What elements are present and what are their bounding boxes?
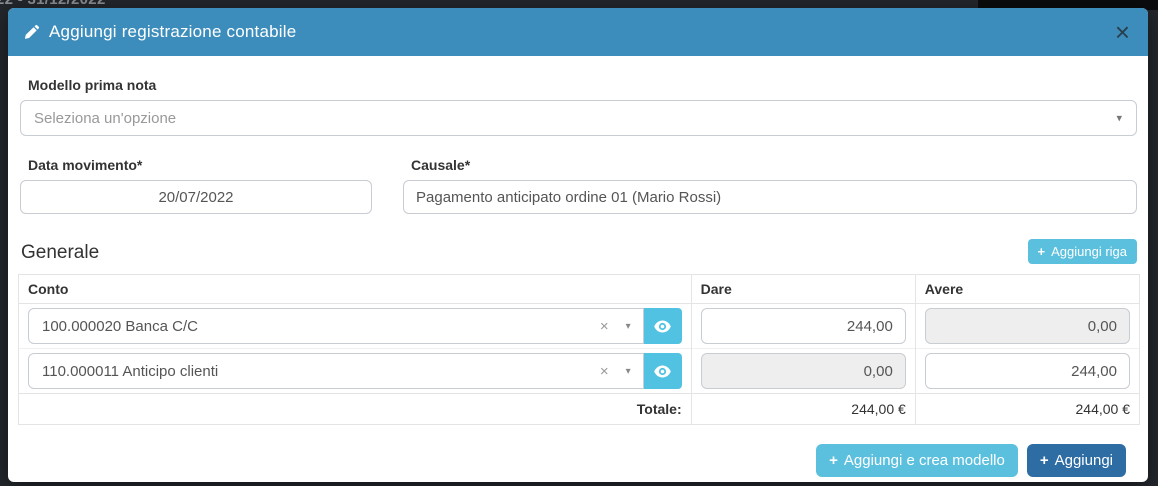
column-header-dare: Dare xyxy=(691,275,915,304)
total-row: Totale: 244,00 € 244,00 € xyxy=(19,394,1140,425)
generale-table: Conto Dare Avere 100.000020 Banca C/C × xyxy=(18,274,1140,425)
conto-select-row1[interactable]: 100.000020 Banca C/C × ▾ xyxy=(28,308,644,344)
modal-header: Aggiungi registrazione contabile × xyxy=(8,8,1148,56)
data-movimento-label: Data movimento* xyxy=(28,157,372,173)
data-movimento-input[interactable] xyxy=(20,180,372,214)
date-causale-row: Data movimento* Causale* xyxy=(20,157,1137,214)
total-dare: 244,00 € xyxy=(691,394,915,425)
modal-body: Modello prima nota Seleziona un'opzione … xyxy=(8,56,1148,477)
avere-input-row2[interactable] xyxy=(925,353,1130,389)
table-header-row: Conto Dare Avere xyxy=(19,275,1140,304)
modello-prima-nota-label: Modello prima nota xyxy=(28,77,1137,93)
column-header-conto: Conto xyxy=(19,275,692,304)
column-header-avere: Avere xyxy=(915,275,1139,304)
table-row: 100.000020 Banca C/C × ▾ xyxy=(19,304,1140,349)
total-avere: 244,00 € xyxy=(915,394,1139,425)
modello-placeholder: Seleziona un'opzione xyxy=(34,110,176,127)
generale-bar: Generale + Aggiungi riga xyxy=(20,239,1137,264)
plus-icon: + xyxy=(829,452,838,469)
conto-select-row2[interactable]: 110.000011 Anticipo clienti × ▾ xyxy=(28,353,644,389)
eye-button-row1[interactable] xyxy=(644,308,682,344)
page-background: 22 - 31/12/2022 Aggiungi registrazione c… xyxy=(0,0,1158,486)
aggiungi-crea-modello-button[interactable]: + Aggiungi e crea modello xyxy=(816,444,1018,477)
dare-input-row2 xyxy=(701,353,906,389)
conto-value: 110.000011 Anticipo clienti xyxy=(42,363,218,380)
chevron-down-icon: ▾ xyxy=(626,321,631,332)
aggiungi-label: Aggiungi xyxy=(1055,452,1113,469)
modello-prima-nota-select[interactable]: Seleziona un'opzione ▾ xyxy=(20,100,1137,136)
chevron-down-icon: ▾ xyxy=(626,366,631,377)
clear-icon[interactable]: × xyxy=(600,318,609,335)
total-label: Totale: xyxy=(19,394,692,425)
aggiungi-crea-modello-label: Aggiungi e crea modello xyxy=(844,452,1005,469)
table-row: 110.000011 Anticipo clienti × ▾ xyxy=(19,349,1140,394)
causale-input[interactable] xyxy=(403,180,1137,214)
plus-icon: + xyxy=(1038,244,1046,259)
eye-icon xyxy=(654,365,671,378)
aggiungi-riga-label: Aggiungi riga xyxy=(1051,244,1127,259)
plus-icon: + xyxy=(1040,452,1049,469)
eye-button-row2[interactable] xyxy=(644,353,682,389)
pencil-icon xyxy=(24,24,40,40)
background-date-range: 22 - 31/12/2022 xyxy=(0,0,106,8)
close-icon[interactable]: × xyxy=(1113,19,1132,45)
modal-footer: + Aggiungi e crea modello + Aggiungi xyxy=(20,425,1137,477)
causale-label: Causale* xyxy=(411,157,1137,173)
conto-value: 100.000020 Banca C/C xyxy=(42,318,198,335)
clear-icon[interactable]: × xyxy=(600,363,609,380)
dare-input-row1[interactable] xyxy=(701,308,906,344)
modal-aggiungi-registrazione: Aggiungi registrazione contabile × Model… xyxy=(8,8,1148,482)
generale-heading: Generale xyxy=(21,242,99,264)
aggiungi-riga-button[interactable]: + Aggiungi riga xyxy=(1028,239,1137,264)
aggiungi-button[interactable]: + Aggiungi xyxy=(1027,444,1126,477)
avere-input-row1 xyxy=(925,308,1130,344)
eye-icon xyxy=(654,320,671,333)
chevron-down-icon: ▾ xyxy=(1116,112,1122,125)
modal-title: Aggiungi registrazione contabile xyxy=(49,22,296,42)
